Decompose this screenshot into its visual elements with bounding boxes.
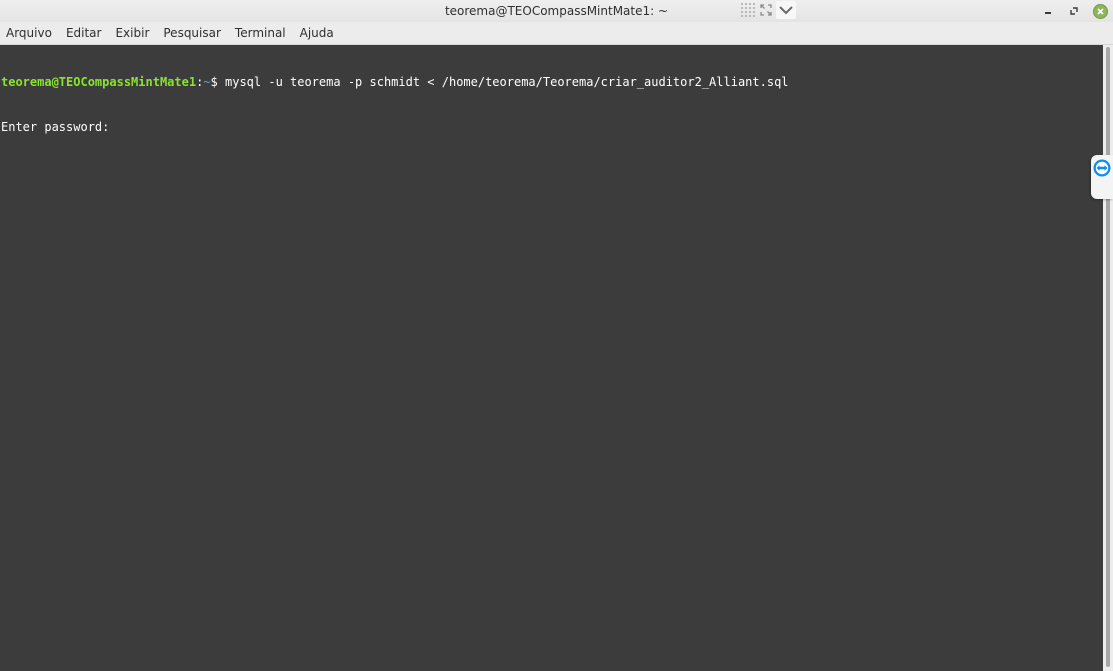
terminal-scrollbar[interactable]: [1103, 45, 1113, 671]
minimize-icon[interactable]: [1039, 2, 1057, 20]
prompt-symbol: $: [210, 75, 225, 89]
close-button[interactable]: [1091, 2, 1109, 20]
prompt-user-host: teorema@TEOCompassMintMate1: [1, 75, 197, 89]
output-line: Enter password:: [0, 120, 1103, 135]
menu-pesquisar[interactable]: Pesquisar: [163, 22, 221, 44]
title-bar[interactable]: teorema@TEOCompassMintMate1: ~: [0, 0, 1113, 22]
terminal-window: teorema@TEOCompassMintMate1: ~ Arquivo E…: [0, 0, 1113, 671]
command-line: teorema@TEOCompassMintMate1:~$ mysql -u …: [0, 75, 1103, 90]
menu-arquivo[interactable]: Arquivo: [6, 22, 52, 44]
expand-icon[interactable]: [758, 2, 774, 18]
scrollbar-thumb[interactable]: [1106, 47, 1110, 667]
password-prompt: Enter password:: [1, 120, 117, 134]
close-icon: [1092, 3, 1108, 19]
window-title: teorema@TEOCompassMintMate1: ~: [444, 4, 669, 18]
menu-editar[interactable]: Editar: [66, 22, 102, 44]
teamviewer-icon: [1093, 159, 1111, 177]
teamviewer-tab[interactable]: [1091, 155, 1113, 199]
menu-exibir[interactable]: Exibir: [115, 22, 149, 44]
chevron-down-icon[interactable]: [776, 1, 796, 19]
menu-ajuda[interactable]: Ajuda: [300, 22, 334, 44]
title-bar-tools: [740, 1, 798, 19]
grid-icon[interactable]: [740, 2, 756, 18]
menu-bar: Arquivo Editar Exibir Pesquisar Terminal…: [0, 22, 1113, 45]
command-text: mysql -u teorema -p schmidt < /home/teor…: [225, 75, 789, 89]
menu-terminal[interactable]: Terminal: [235, 22, 286, 44]
terminal-area[interactable]: teorema@TEOCompassMintMate1:~$ mysql -u …: [0, 45, 1103, 671]
maximize-icon[interactable]: [1065, 2, 1083, 20]
window-controls: [1031, 2, 1109, 20]
prompt-path: ~: [203, 75, 211, 89]
